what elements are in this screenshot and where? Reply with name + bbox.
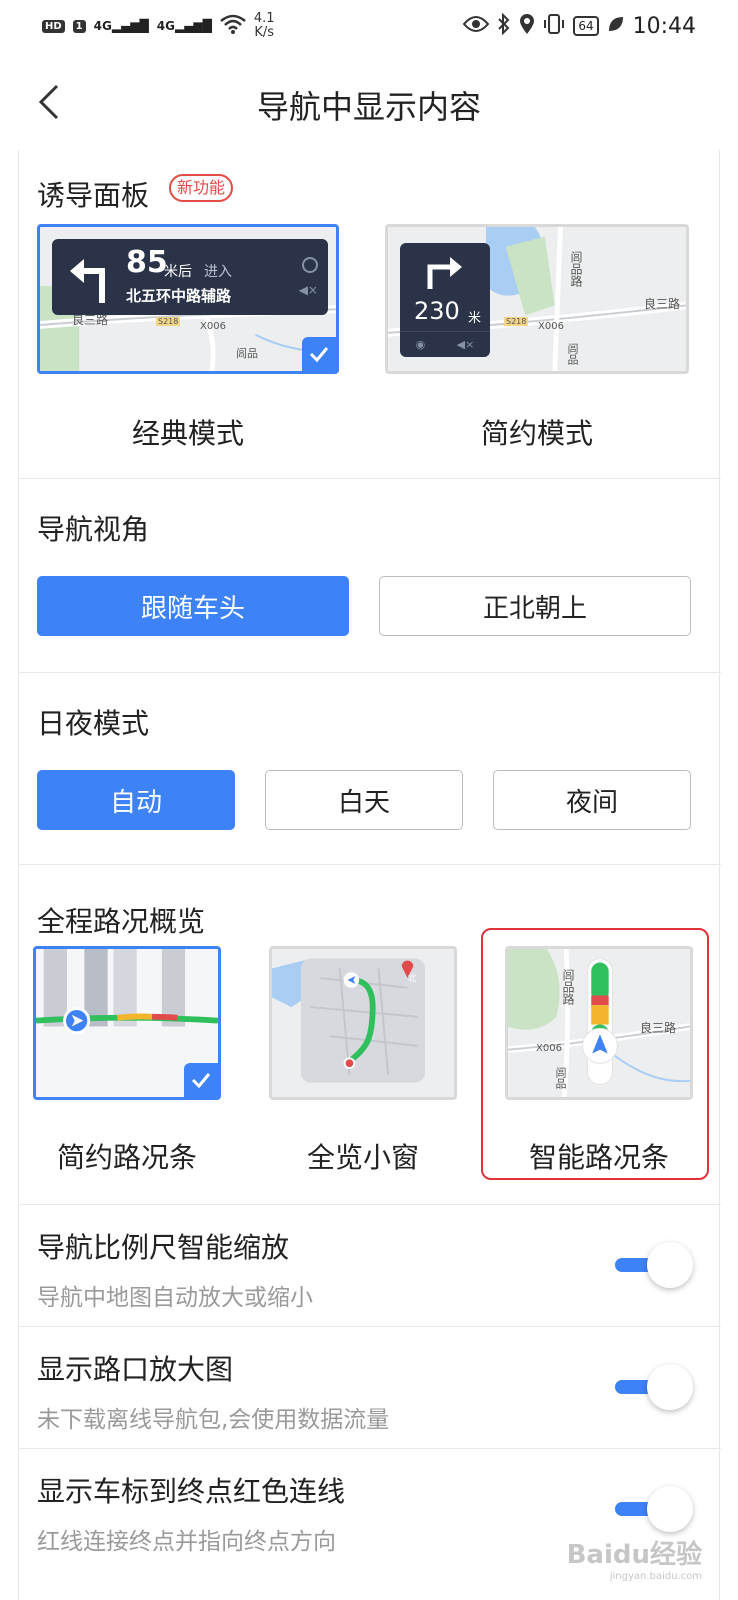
settings-panel: 诱导面板 新功能 良三路 X006 闾品 S218 85 米后 进入 北五环中路…	[18, 150, 721, 1600]
junction-view-toggle[interactable]	[613, 1364, 693, 1410]
map-label-x006: X006	[538, 321, 564, 332]
back-button[interactable]	[26, 78, 74, 126]
hd-badge: HD	[42, 19, 65, 33]
top-bar: 导航中显示内容	[0, 60, 738, 150]
banner-icons: ◉ ◀×	[400, 331, 490, 357]
simple-mode-label: 简约模式	[480, 417, 593, 450]
simple-mode-card[interactable]: 闾品路 良三路 X006 闾品 S218 230 米 ◉ ◀×	[385, 224, 689, 374]
net-type-1: 4G	[93, 19, 112, 33]
bluetooth-icon	[497, 12, 511, 40]
guidance-panel-title: 诱导面板	[37, 179, 150, 212]
view-angle-title: 导航视角	[37, 513, 150, 546]
checkmark-icon	[184, 1063, 218, 1097]
classic-mode-label: 经典模式	[131, 417, 244, 450]
location-icon	[519, 13, 535, 40]
divider	[19, 1326, 721, 1327]
battery-icon: 64	[573, 16, 599, 36]
banner-road: 北五环中路辅路	[126, 287, 232, 305]
setting-title-red-line: 显示车标到终点红色连线	[37, 1475, 346, 1508]
banner-unit: 米	[468, 311, 482, 326]
banner-action: 进入	[204, 264, 232, 280]
overview-map-preview	[272, 949, 454, 1097]
highlight-box	[481, 928, 709, 1180]
leaf-icon	[607, 14, 625, 38]
guidance-banner: 230 米 ◉ ◀×	[400, 243, 490, 357]
map-label-lvpin: 闾品	[566, 343, 579, 365]
status-left: HD 1 4G▂▄▆█ 4G▂▄▆█ 4.1 K/s	[42, 12, 275, 40]
divider	[19, 1448, 721, 1449]
setting-subtitle-red-line: 红线连接终点并指向终点方向	[37, 1529, 336, 1555]
traffic-overview-title: 全程路况概览	[37, 905, 206, 938]
net-speed-unit: K/s	[254, 25, 275, 40]
map-label-lvpin-road: 闾品路	[569, 251, 583, 287]
signal-icon-1: 4G▂▄▆█	[93, 19, 149, 33]
red-line-toggle[interactable]	[613, 1486, 693, 1532]
status-bar: HD 1 4G▂▄▆█ 4G▂▄▆█ 4.1 K/s 64 10:44	[0, 0, 738, 52]
signal-icon-2: 4G▂▄▆█	[156, 19, 212, 33]
setting-subtitle-smart-zoom: 导航中地图自动放大或缩小	[37, 1285, 313, 1311]
voice-icon: ◉	[415, 338, 426, 351]
banner-distance: 230	[414, 297, 460, 325]
page-title: 导航中显示内容	[256, 88, 481, 126]
banner-unit: 米后	[164, 264, 192, 280]
map-label-road: 良三路	[644, 297, 681, 311]
classic-mode-card[interactable]: 良三路 X006 闾品 S218 85 米后 进入 北五环中路辅路 ◀×	[37, 224, 339, 374]
net-type-2: 4G	[156, 19, 175, 33]
screen: HD 1 4G▂▄▆█ 4G▂▄▆█ 4.1 K/s 64 10:44 导航中显…	[0, 0, 738, 1600]
follow-heading-button[interactable]: 跟随车头	[37, 576, 349, 636]
banner-distance: 85	[126, 245, 168, 280]
divider	[19, 478, 721, 479]
map-label-s218: S218	[156, 317, 181, 326]
auto-mode-button[interactable]: 自动	[37, 770, 235, 830]
turn-right-arrow-icon	[427, 257, 462, 289]
toggle-knob	[647, 1364, 693, 1410]
divider	[19, 672, 721, 673]
night-mode-button[interactable]: 夜间	[493, 770, 691, 830]
map-label-lvpin: 闾品	[236, 347, 258, 360]
overview-window-label: 全览小窗	[306, 1141, 419, 1174]
mute-icon: ◀×	[456, 338, 475, 351]
net-speed: 4.1 K/s	[254, 12, 275, 40]
smart-zoom-toggle[interactable]	[613, 1242, 693, 1288]
day-night-title: 日夜模式	[37, 707, 150, 740]
status-right: 64 10:44	[462, 12, 696, 40]
divider	[19, 864, 721, 865]
watermark-sub: jingyan.baidu.com	[609, 1571, 702, 1582]
checkmark-icon	[302, 337, 336, 371]
map-label-x006: X006	[200, 321, 226, 332]
simple-traffic-bar-card[interactable]	[33, 946, 221, 1100]
net-speed-value: 4.1	[253, 11, 275, 26]
overview-window-card[interactable]: 北	[269, 946, 457, 1100]
day-mode-button[interactable]: 白天	[265, 770, 463, 830]
setting-title-smart-zoom: 导航比例尺智能缩放	[37, 1231, 290, 1264]
toggle-knob	[647, 1242, 693, 1288]
wifi-icon	[220, 14, 246, 39]
north-up-button[interactable]: 正北朝上	[379, 576, 691, 636]
voice-icon	[302, 257, 318, 273]
setting-title-junction-view: 显示路口放大图	[37, 1353, 234, 1386]
chevron-left-icon	[38, 84, 59, 120]
setting-subtitle-junction-view: 未下载离线导航包,会使用数据流量	[37, 1407, 390, 1433]
divider	[19, 1204, 721, 1205]
vibrate-icon	[543, 13, 565, 40]
turn-left-arrow-icon	[70, 259, 105, 303]
simple-traffic-bar-label: 简约路况条	[56, 1141, 197, 1174]
watermark-text: Baidu经验	[566, 1540, 702, 1570]
watermark: Baidu经验 jingyan.baidu.com	[567, 1534, 702, 1582]
eye-icon	[462, 14, 490, 38]
north-label: 北	[407, 974, 417, 984]
map-label-s218: S218	[504, 317, 529, 326]
guidance-banner: 85 米后 进入 北五环中路辅路 ◀×	[52, 239, 328, 315]
clock: 10:44	[632, 13, 696, 39]
mute-icon: ◀×	[298, 283, 318, 297]
sim-badge: 1	[72, 19, 86, 33]
toggle-knob	[647, 1486, 693, 1532]
new-feature-badge: 新功能	[169, 174, 234, 202]
